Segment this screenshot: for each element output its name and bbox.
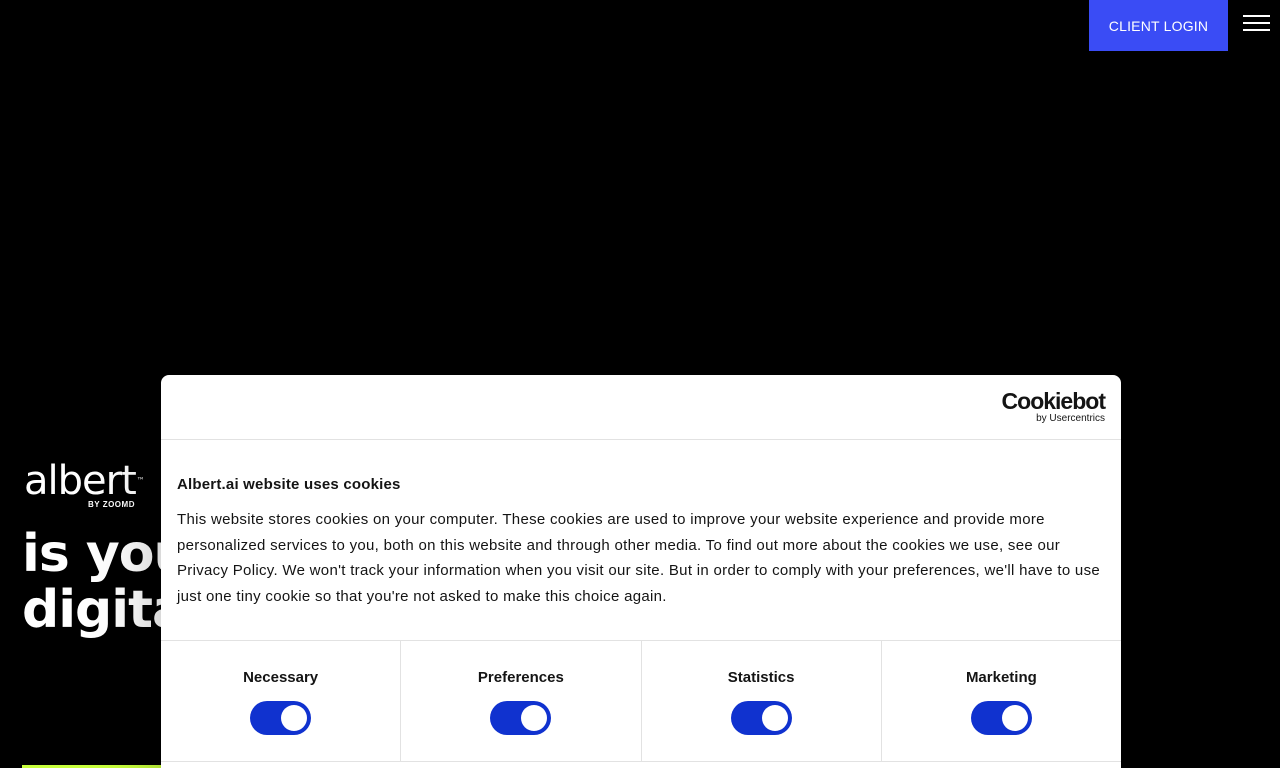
hamburger-menu-icon[interactable] [1243,15,1271,35]
logo-wordmark: albert [24,458,137,504]
statistics-toggle[interactable] [730,701,792,735]
client-login-button[interactable]: CLIENT LOGIN [1089,0,1228,51]
category-label: Marketing [965,669,1037,686]
albert-logo[interactable]: albert™ BY ZOOMD [24,461,145,509]
menu-line [1243,15,1270,17]
toggle-knob [281,705,308,731]
necessary-toggle[interactable] [250,701,312,735]
dialog-header: Cookiebot by Usercentrics [161,375,1121,440]
category-statistics: Statistics [642,641,882,761]
cookiebot-byline: by Usercentrics [1036,413,1105,424]
cookiebot-logo[interactable]: Cookiebot by Usercentrics [1001,388,1106,424]
category-label: Necessary [243,669,319,686]
toggle-knob [1001,705,1028,731]
menu-line [1243,22,1270,24]
toggle-knob [521,705,548,731]
category-necessary: Necessary [161,641,402,761]
dialog-body: Albert.ai website uses cookies This webs… [161,440,1121,641]
category-label: Preferences [477,669,564,686]
cookie-consent-dialog: Cookiebot by Usercentrics Albert.ai webs… [161,375,1121,768]
dialog-description: This website stores cookies on your comp… [177,511,1101,605]
cookiebot-wordmark: Cookiebot [1001,388,1106,414]
page: CLIENT LOGIN albert™ BY ZOOMD is your di… [0,0,1280,768]
category-label: Statistics [727,669,795,686]
marketing-toggle[interactable] [970,701,1032,735]
menu-line [1243,29,1270,31]
cookie-categories: Necessary Preferences Statistics Marketi… [161,641,1121,762]
logo-trademark: ™ [136,476,145,485]
category-marketing: Marketing [882,641,1121,761]
category-preferences: Preferences [401,641,642,761]
dialog-title: Albert.ai website uses cookies [177,476,401,493]
preferences-toggle[interactable] [490,701,552,735]
toggle-knob [761,705,788,731]
